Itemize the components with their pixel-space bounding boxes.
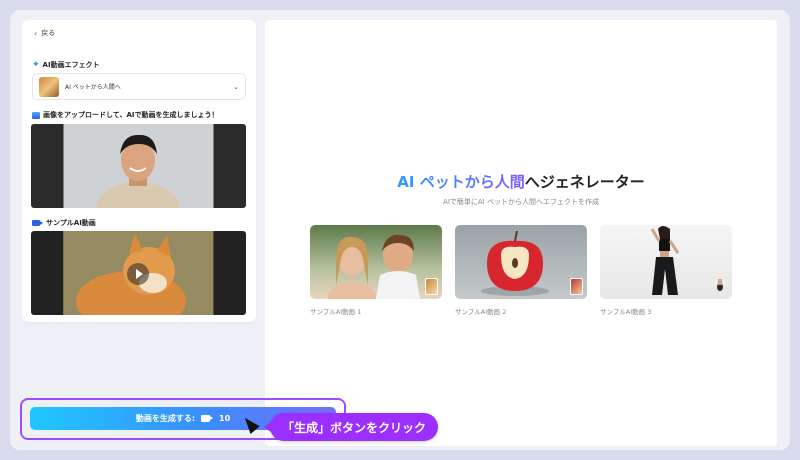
hero-title-rest: へジェネレーター bbox=[524, 173, 645, 191]
image-icon bbox=[32, 111, 40, 119]
sample-section-title: サンプルAI動画 bbox=[32, 218, 96, 228]
upload-prompt-text: 画像をアップロードして、AIで動画を生成しましょう！ bbox=[43, 111, 219, 119]
main-panel: AI ペットから人間へジェネレーター AIで簡単にAI ペットから人間へエフェク… bbox=[265, 20, 777, 446]
credit-count: 10 bbox=[219, 414, 231, 423]
selected-effect: AI ペットから人間へ bbox=[65, 84, 121, 91]
portrait-illustration bbox=[96, 134, 180, 208]
generate-label: 動画を生成する: bbox=[135, 414, 196, 423]
uploaded-image[interactable] bbox=[31, 124, 246, 208]
sample-label-1: サンプルAI動画 1 bbox=[310, 308, 362, 316]
effect-panel: ‹ 戻る ✦ AI動画エフェクト AI ペットから人間へ ⌄ 画像をアップロード… bbox=[22, 20, 256, 322]
sample-label-2: サンプルAI動画 2 bbox=[455, 308, 507, 316]
hero-subtitle: AIで簡単にAI ペットから人間へエフェクトを作成 bbox=[443, 198, 599, 206]
click-callout: 「生成」ボタンをクリック bbox=[263, 413, 439, 441]
sample-title-text: サンプルAI動画 bbox=[46, 219, 96, 227]
effect-select[interactable]: AI ペットから人間へ ⌄ bbox=[32, 73, 246, 100]
effect-title-text: AI動画エフェクト bbox=[42, 61, 100, 69]
effect-thumbnail bbox=[39, 76, 59, 97]
sample-1-illustration bbox=[328, 234, 420, 299]
sparkle-icon: ✦ bbox=[32, 59, 40, 70]
sample-video-3[interactable] bbox=[600, 225, 732, 299]
sample-3-illustration bbox=[650, 226, 723, 295]
sample-label-3: サンプルAI動画 3 bbox=[600, 308, 652, 316]
sample-2-source-thumb bbox=[570, 278, 583, 295]
chevron-down-icon: ⌄ bbox=[233, 82, 239, 91]
sample-1-source-thumb bbox=[425, 278, 438, 295]
back-label: 戻る bbox=[41, 29, 56, 37]
effect-section-title: ✦ AI動画エフェクト bbox=[32, 60, 100, 70]
upload-section-title: 画像をアップロードして、AIで動画を生成しましょう！ bbox=[32, 110, 218, 120]
video-credit-icon bbox=[201, 415, 214, 422]
app-frame: ‹ 戻る ✦ AI動画エフェクト AI ペットから人間へ ⌄ 画像をアップロード… bbox=[10, 10, 790, 450]
back-button[interactable]: ‹ 戻る bbox=[34, 28, 55, 38]
video-icon bbox=[32, 220, 43, 226]
sample-video-2[interactable] bbox=[455, 225, 587, 299]
sample-2-illustration bbox=[481, 230, 549, 296]
sample-video-player[interactable] bbox=[31, 231, 246, 315]
hero-title: AI ペットから人間へジェネレーター bbox=[265, 171, 777, 192]
hero-title-accent: AI ペットから人間 bbox=[397, 173, 525, 191]
sample-video-1[interactable] bbox=[310, 225, 442, 299]
chevron-left-icon: ‹ bbox=[34, 28, 38, 38]
play-button[interactable] bbox=[127, 263, 149, 285]
